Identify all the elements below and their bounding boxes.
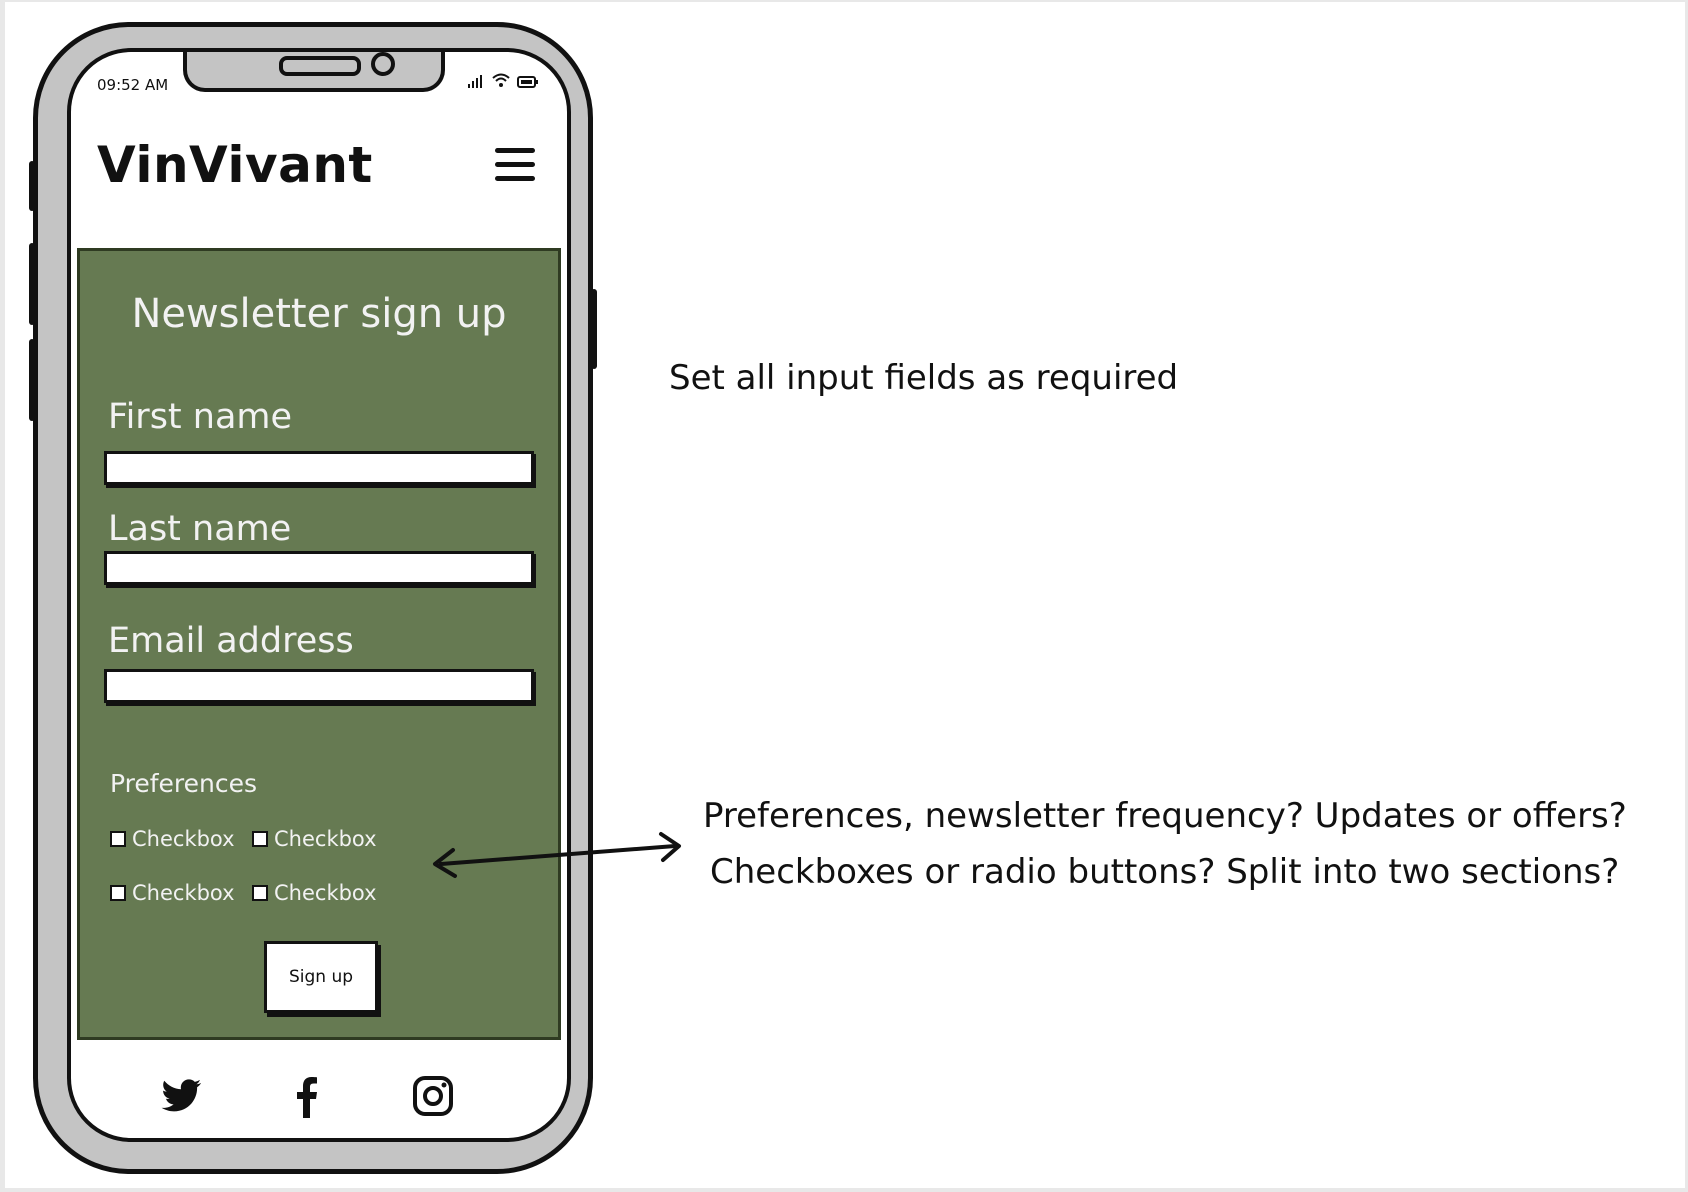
wireframe-canvas: 09:52 AM VinVivant Newsletter sign up Fi…: [5, 2, 1685, 1188]
annotation-arrow: [433, 832, 681, 878]
